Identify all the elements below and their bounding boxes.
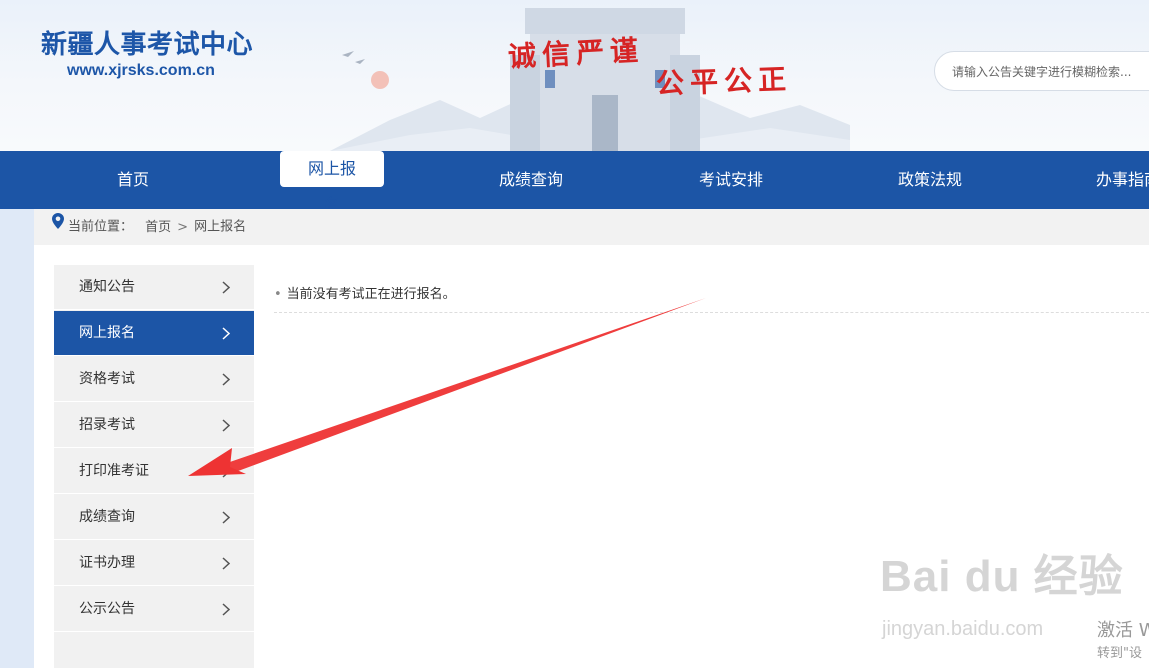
bullet-icon: • [274, 287, 282, 302]
chevron-right-icon [222, 511, 230, 524]
sidebar-item-label: 招录考试 [79, 417, 135, 433]
sidebar-item-label: 资格考试 [79, 371, 135, 387]
nav-guide-label: 办事指南 [1096, 170, 1149, 189]
chevron-right-icon [222, 281, 230, 294]
sidebar: 通知公告 网上报名 资格考试 招录考试 打印准考证 成绩查询 证书办理 公示公告 [54, 265, 254, 668]
sidebar-item-print-admission-ticket[interactable]: 打印准考证 [54, 449, 254, 494]
nav-policy[interactable]: 政策法规 [875, 151, 985, 209]
sidebar-item-public-announcements[interactable]: 公示公告 [54, 587, 254, 632]
sidebar-item-notices[interactable]: 通知公告 [54, 265, 254, 310]
nav-online-registration[interactable]: 网上报名 [280, 151, 384, 214]
nav-policy-label: 政策法规 [897, 170, 962, 189]
activation-line2: 转到"设 [1097, 646, 1142, 661]
nav-home-label: 首页 [116, 170, 149, 189]
baidu-watermark: Bai du 经验 jingyan.baidu.com [880, 540, 1124, 640]
nav-exam-schedule-label: 考试安排 [698, 170, 763, 189]
watermark-brand: Bai du 经验 [880, 552, 1124, 601]
nav-online-registration-label: 网上报名 [280, 151, 384, 214]
sidebar-item-label: 公示公告 [79, 601, 135, 617]
sidebar-item-recruitment-exams[interactable]: 招录考试 [54, 403, 254, 448]
nav-home[interactable]: 首页 [83, 151, 183, 209]
breadcrumb: 当前位置： 首页 > 网上报名 [34, 209, 1149, 245]
site-title[interactable]: 新疆人事考试中心 [41, 24, 253, 61]
chevron-right-icon [222, 557, 230, 570]
sidebar-item-online-registration[interactable]: 网上报名 [54, 311, 254, 356]
main-nav: 首页 网上报名 成绩查询 考试安排 政策法规 办事指南 [0, 151, 1149, 214]
chevron-right-icon [222, 603, 230, 616]
search-input[interactable] [950, 52, 1149, 92]
chevron-right-icon [222, 465, 230, 478]
sidebar-item-label: 证书办理 [79, 555, 135, 571]
activation-line1: 激活 W [1097, 620, 1149, 641]
breadcrumb-home[interactable]: 首页 [145, 220, 171, 235]
sidebar-item-label: 打印准考证 [79, 463, 149, 479]
nav-score-query[interactable]: 成绩查询 [476, 151, 586, 209]
slogan-line2: 公平公正 [655, 62, 793, 101]
sidebar-item-label: 网上报名 [79, 325, 135, 341]
breadcrumb-separator: > [177, 219, 189, 235]
sidebar-item-label: 通知公告 [79, 279, 135, 295]
chevron-right-icon [222, 373, 230, 386]
sidebar-item-qualification-exams[interactable]: 资格考试 [54, 357, 254, 402]
windows-activation-overlay: 激活 W 转到"设 [1097, 616, 1149, 661]
site-url[interactable]: www.xjrsks.com.cn [67, 62, 215, 80]
sidebar-item-score-query[interactable]: 成绩查询 [54, 495, 254, 540]
sidebar-item-label: 成绩查询 [79, 509, 135, 525]
location-pin-icon [52, 208, 64, 244]
breadcrumb-prefix: 当前位置： [68, 219, 134, 235]
registration-notice: • 当前没有考试正在进行报名。 [274, 283, 1149, 313]
left-side-strip [0, 209, 34, 668]
search-box [934, 51, 1149, 92]
nav-guide[interactable]: 办事指南 [1096, 151, 1149, 209]
breadcrumb-current: 网上报名 [194, 219, 247, 235]
slogan-line1: 诚信严谨 [507, 33, 645, 74]
chevron-right-icon [222, 327, 230, 340]
watermark-url: jingyan.baidu.com [882, 618, 1044, 640]
notice-text: 当前没有考试正在进行报名。 [286, 287, 456, 302]
nav-score-query-label: 成绩查询 [498, 170, 563, 189]
sidebar-item-certificates[interactable]: 证书办理 [54, 541, 254, 586]
site-header: 新疆人事考试中心 www.xjrsks.com.cn 诚信严谨 公平公正 [0, 0, 1149, 151]
nav-exam-schedule[interactable]: 考试安排 [676, 151, 786, 209]
chevron-right-icon [222, 419, 230, 432]
